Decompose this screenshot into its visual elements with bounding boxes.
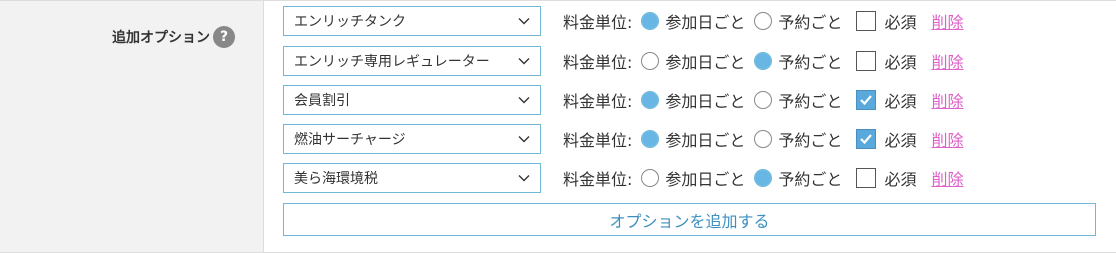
check-icon <box>860 134 873 145</box>
per-day-radio[interactable] <box>641 91 660 109</box>
option-select[interactable]: エンリッチ専用レギュレーター <box>283 46 541 76</box>
per-booking-radio[interactable] <box>754 130 773 148</box>
unit-label: 料金単位: <box>563 170 633 189</box>
option-select[interactable]: エンリッチタンク <box>283 6 541 36</box>
per-day-radio[interactable] <box>641 130 660 148</box>
option-select-value: 燃油サーチャージ <box>294 132 406 148</box>
per-booking-label: 予約ごと <box>778 92 843 111</box>
unit-label: 料金単位: <box>563 13 633 32</box>
per-day-label: 参加日ごと <box>665 131 746 150</box>
check-icon <box>860 95 873 106</box>
per-booking-label: 予約ごと <box>778 131 843 150</box>
chevron-down-icon <box>518 175 530 182</box>
required-label: 必須 <box>884 92 917 111</box>
per-booking-radio[interactable] <box>754 169 773 187</box>
required-checkbox[interactable] <box>856 168 877 188</box>
option-select[interactable]: 燃油サーチャージ <box>283 124 541 154</box>
option-row: 美ら海環境税 料金単位: 参加日ごと 予約ごと 必須 削除 <box>283 163 963 193</box>
per-day-label: 参加日ごと <box>665 53 746 72</box>
help-icon[interactable]: ? <box>213 26 235 48</box>
per-booking-radio[interactable] <box>754 52 773 70</box>
chevron-down-icon <box>518 18 530 25</box>
add-option-button[interactable]: オプションを追加する <box>283 203 1096 236</box>
required-checkbox[interactable] <box>856 51 877 71</box>
content-column: エンリッチタンク 料金単位: 参加日ごと 予約ごと 必須 削除 エンリッチ専用レ… <box>264 1 1116 252</box>
per-day-radio[interactable] <box>641 52 660 70</box>
per-booking-radio[interactable] <box>754 91 773 109</box>
option-select[interactable]: 美ら海環境税 <box>283 163 541 193</box>
per-booking-label: 予約ごと <box>778 170 843 189</box>
option-select-value: エンリッチタンク <box>294 14 406 30</box>
option-select-value: 会員割引 <box>294 93 350 109</box>
required-label: 必須 <box>884 131 917 150</box>
label-column: 追加オプション ? <box>0 1 264 252</box>
required-checkbox[interactable] <box>856 11 877 31</box>
required-checkbox[interactable] <box>856 90 877 110</box>
chevron-down-icon <box>518 58 530 65</box>
per-day-radio[interactable] <box>641 12 660 30</box>
option-select-value: エンリッチ専用レギュレーター <box>294 54 490 70</box>
per-day-radio[interactable] <box>641 169 660 187</box>
required-label: 必須 <box>884 53 917 72</box>
options-panel: 追加オプション ? エンリッチタンク 料金単位: 参加日ごと 予約ごと 必須 削… <box>0 0 1116 253</box>
option-select[interactable]: 会員割引 <box>283 85 541 115</box>
option-select-value: 美ら海環境税 <box>294 171 378 187</box>
chevron-down-icon <box>518 97 530 104</box>
unit-label: 料金単位: <box>563 53 633 72</box>
field-label: 追加オプション <box>112 30 210 46</box>
delete-link[interactable]: 削除 <box>931 9 963 33</box>
option-row: 会員割引 料金単位: 参加日ごと 予約ごと 必須 削除 <box>283 85 963 115</box>
option-row: 燃油サーチャージ 料金単位: 参加日ごと 予約ごと 必須 削除 <box>283 124 963 154</box>
per-booking-label: 予約ごと <box>778 53 843 72</box>
unit-label: 料金単位: <box>563 131 633 150</box>
per-booking-radio[interactable] <box>754 12 773 30</box>
per-day-label: 参加日ごと <box>665 170 746 189</box>
per-day-label: 参加日ごと <box>665 13 746 32</box>
unit-label: 料金単位: <box>563 92 633 111</box>
option-row: エンリッチ専用レギュレーター 料金単位: 参加日ごと 予約ごと 必須 削除 <box>283 46 963 76</box>
required-label: 必須 <box>884 170 917 189</box>
option-row: エンリッチタンク 料金単位: 参加日ごと 予約ごと 必須 削除 <box>283 6 963 36</box>
delete-link[interactable]: 削除 <box>931 166 963 190</box>
delete-link[interactable]: 削除 <box>931 88 963 112</box>
delete-link[interactable]: 削除 <box>931 127 963 151</box>
per-day-label: 参加日ごと <box>665 92 746 111</box>
chevron-down-icon <box>518 136 530 143</box>
required-checkbox[interactable] <box>856 129 877 149</box>
delete-link[interactable]: 削除 <box>931 49 963 73</box>
per-booking-label: 予約ごと <box>778 13 843 32</box>
required-label: 必須 <box>884 13 917 32</box>
field-label-group: 追加オプション ? <box>112 26 235 48</box>
